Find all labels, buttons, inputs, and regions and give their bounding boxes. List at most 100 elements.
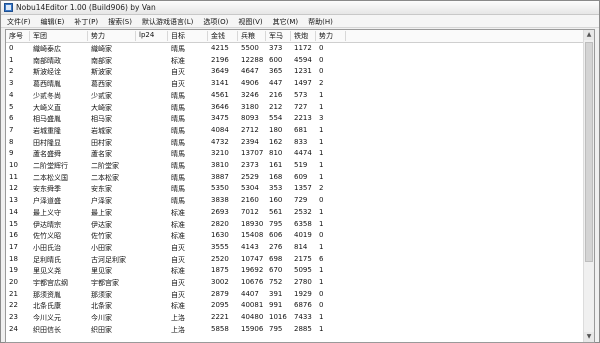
column-header[interactable]: 势力 [316,31,346,41]
table-cell: 8093 [241,114,259,123]
table-row[interactable]: 0 織崎泰広 織崎家 晴馬 4215 5500 373 1172 0 [6,43,594,54]
table-cell: 10676 [241,278,264,286]
table-cell: 216 [269,90,283,99]
menu-file[interactable]: 文件(F) [1,15,35,27]
table-row[interactable]: 14 最上义守 最上家 标准 2693 7012 561 2532 1 [6,207,594,218]
table-cell: 373 [269,44,283,52]
table-cell [136,255,168,265]
table-cell: 2160 [241,196,259,205]
menu-other[interactable]: 其它(M) [267,15,303,27]
table-row[interactable]: 1 南部晴政 南部家 标准 2196 12288 600 4594 0 [6,55,594,66]
table-row[interactable]: 24 织田信长 织田家 上洛 5858 15906 795 2885 1 [6,324,594,335]
column-header[interactable]: 兵粮 [238,31,266,41]
table-cell: 833 [294,137,308,146]
table-cell: 11 [9,172,18,181]
table-cell: 573 [294,90,308,99]
app-icon [4,3,13,12]
table-row[interactable]: 3 葛西晴胤 葛西家 自灭 3141 4906 447 1497 2 [6,78,594,89]
table-cell: 那须家 [91,290,112,299]
table-cell: 10 [9,161,18,169]
table-cell: 岩城家 [91,126,112,135]
table-cell [136,243,168,253]
table-row[interactable]: 16 佐竹义昭 佐竹家 标准 1630 15408 606 4019 0 [6,230,594,241]
table-row[interactable]: 19 里见义尧 里见家 标准 1875 19692 670 5095 1 [6,265,594,276]
table-cell: 里见义尧 [33,267,61,276]
table-row[interactable]: 18 足利晴氏 古河足利家 自灭 2520 10747 698 2175 6 [6,254,594,265]
table-row[interactable]: 6 相马盛胤 相马家 晴馬 3475 8093 554 2213 3 [6,113,594,124]
table-cell: 4215 [211,44,229,52]
table-cell: 0 [319,44,324,52]
table-row[interactable]: 4 少贰冬尚 少贰家 晴馬 4561 3246 216 573 1 [6,90,594,101]
menu-search[interactable]: 搜索(S) [102,15,136,27]
data-table[interactable]: 序号 军团 势力 lp24 目标 金钱 兵粮 军马 铁炮 势力 0 織崎泰広 織崎家 晴馬 4215 550… [5,29,595,343]
table-row[interactable]: 8 田村隆显 田村家 晴馬 4732 2394 162 833 1 [6,137,594,148]
table-cell: 佐竹家 [91,232,112,241]
table-cell: 729 [294,196,308,205]
table-cell: 20 [9,278,18,286]
table-row[interactable]: 23 今川义元 今川家 上洛 2221 40480 1016 7433 1 [6,312,594,323]
table-cell: 宇都宫広纲 [33,279,68,287]
scroll-up-icon[interactable]: ▲ [584,30,594,40]
table-row[interactable]: 7 岩城重隆 岩城家 晴馬 4084 2712 180 681 1 [6,125,594,136]
column-header[interactable]: 军马 [266,31,291,41]
table-cell: 15408 [241,231,264,240]
table-cell: 4 [9,90,14,99]
table-cell: 织田家 [91,325,112,334]
table-cell: 162 [269,137,283,146]
table-cell: 安东家 [91,185,112,194]
table-cell: 自灭 [171,255,185,264]
menu-view[interactable]: 视图(V) [232,15,266,27]
table-cell: 1630 [211,231,229,240]
table-row[interactable]: 11 二本松义国 二本松家 晴馬 3887 2529 168 609 1 [6,172,594,183]
menu-help[interactable]: 帮助(H) [302,15,337,27]
column-header[interactable]: 军团 [30,31,88,41]
menu-patch[interactable]: 补丁(P) [68,15,102,27]
table-row[interactable]: 15 伊达晴宗 伊达家 标准 2820 18930 795 6358 1 [6,219,594,230]
table-cell: 5858 [211,324,229,333]
table-cell: 24 [9,324,18,333]
table-row[interactable]: 17 小田氏治 小田家 自灭 3555 4143 276 814 1 [6,242,594,253]
table-cell: 3646 [211,102,229,111]
table-cell: 2 [319,79,324,88]
table-cell: 葛西晴胤 [33,80,61,89]
table-cell: 0 [319,289,324,298]
table-cell: 519 [294,161,308,169]
scroll-down-icon[interactable]: ▼ [584,332,594,342]
table-cell: 2394 [241,137,259,146]
table-row[interactable]: 2 斯波经诠 斯波家 自灭 3649 4647 365 1231 0 [6,66,594,77]
table-cell [136,161,168,171]
table-cell: 2885 [294,324,312,333]
column-header[interactable]: 铁炮 [291,31,316,41]
table-cell: 6876 [294,301,312,310]
table-cell: 2820 [211,219,229,228]
table-cell: 今川义元 [33,314,61,323]
table-cell: 0 [319,55,324,64]
vertical-scrollbar[interactable]: ▲ ▼ [583,30,594,342]
column-header[interactable]: 势力 [88,31,136,41]
table-cell: 12288 [241,55,264,64]
table-row[interactable]: 12 安东舜季 安东家 晴馬 5350 5304 353 1357 2 [6,183,594,194]
menu-language[interactable]: 默认游戏语言(L) [136,15,197,27]
table-row[interactable]: 13 户泽道盛 户泽家 晴馬 3838 2160 160 729 0 [6,195,594,206]
table-cell: 3002 [211,278,229,286]
menu-edit[interactable]: 编辑(E) [35,15,69,27]
scroll-thumb[interactable] [585,42,593,262]
table-row[interactable]: 10 二阶堂辉行 二阶堂家 晴馬 3810 2373 161 519 1 [6,160,594,171]
column-header[interactable]: lp24 [136,31,168,41]
table-row[interactable]: 21 那须资胤 那须家 自灭 2879 4407 391 1929 0 [6,289,594,300]
table-row[interactable]: 5 大崎义直 大崎家 晴馬 3646 3180 212 727 1 [6,102,594,113]
table-cell: 40081 [241,301,264,310]
table-row[interactable]: 9 蘆名盛舜 蘆名家 晴馬 3210 13707 810 4474 1 [6,148,594,159]
table-cell: 伊达晴宗 [33,220,61,229]
table-row[interactable]: 20 宇都宫広纲 宇都宫家 自灭 3002 10676 752 2780 1 [6,277,594,288]
column-header[interactable]: 序号 [6,31,30,41]
table-cell: 岩城重隆 [33,126,61,135]
table-cell: 4084 [211,125,229,134]
column-header[interactable]: 目标 [168,31,208,41]
menu-options[interactable]: 选项(O) [197,15,232,27]
table-cell: 18 [9,254,18,263]
table-cell: 3887 [211,172,229,181]
table-cell: 斯波家 [91,68,112,77]
table-row[interactable]: 22 北条氏康 北条家 标准 2095 40081 991 6876 0 [6,300,594,311]
column-header[interactable]: 金钱 [208,31,238,41]
